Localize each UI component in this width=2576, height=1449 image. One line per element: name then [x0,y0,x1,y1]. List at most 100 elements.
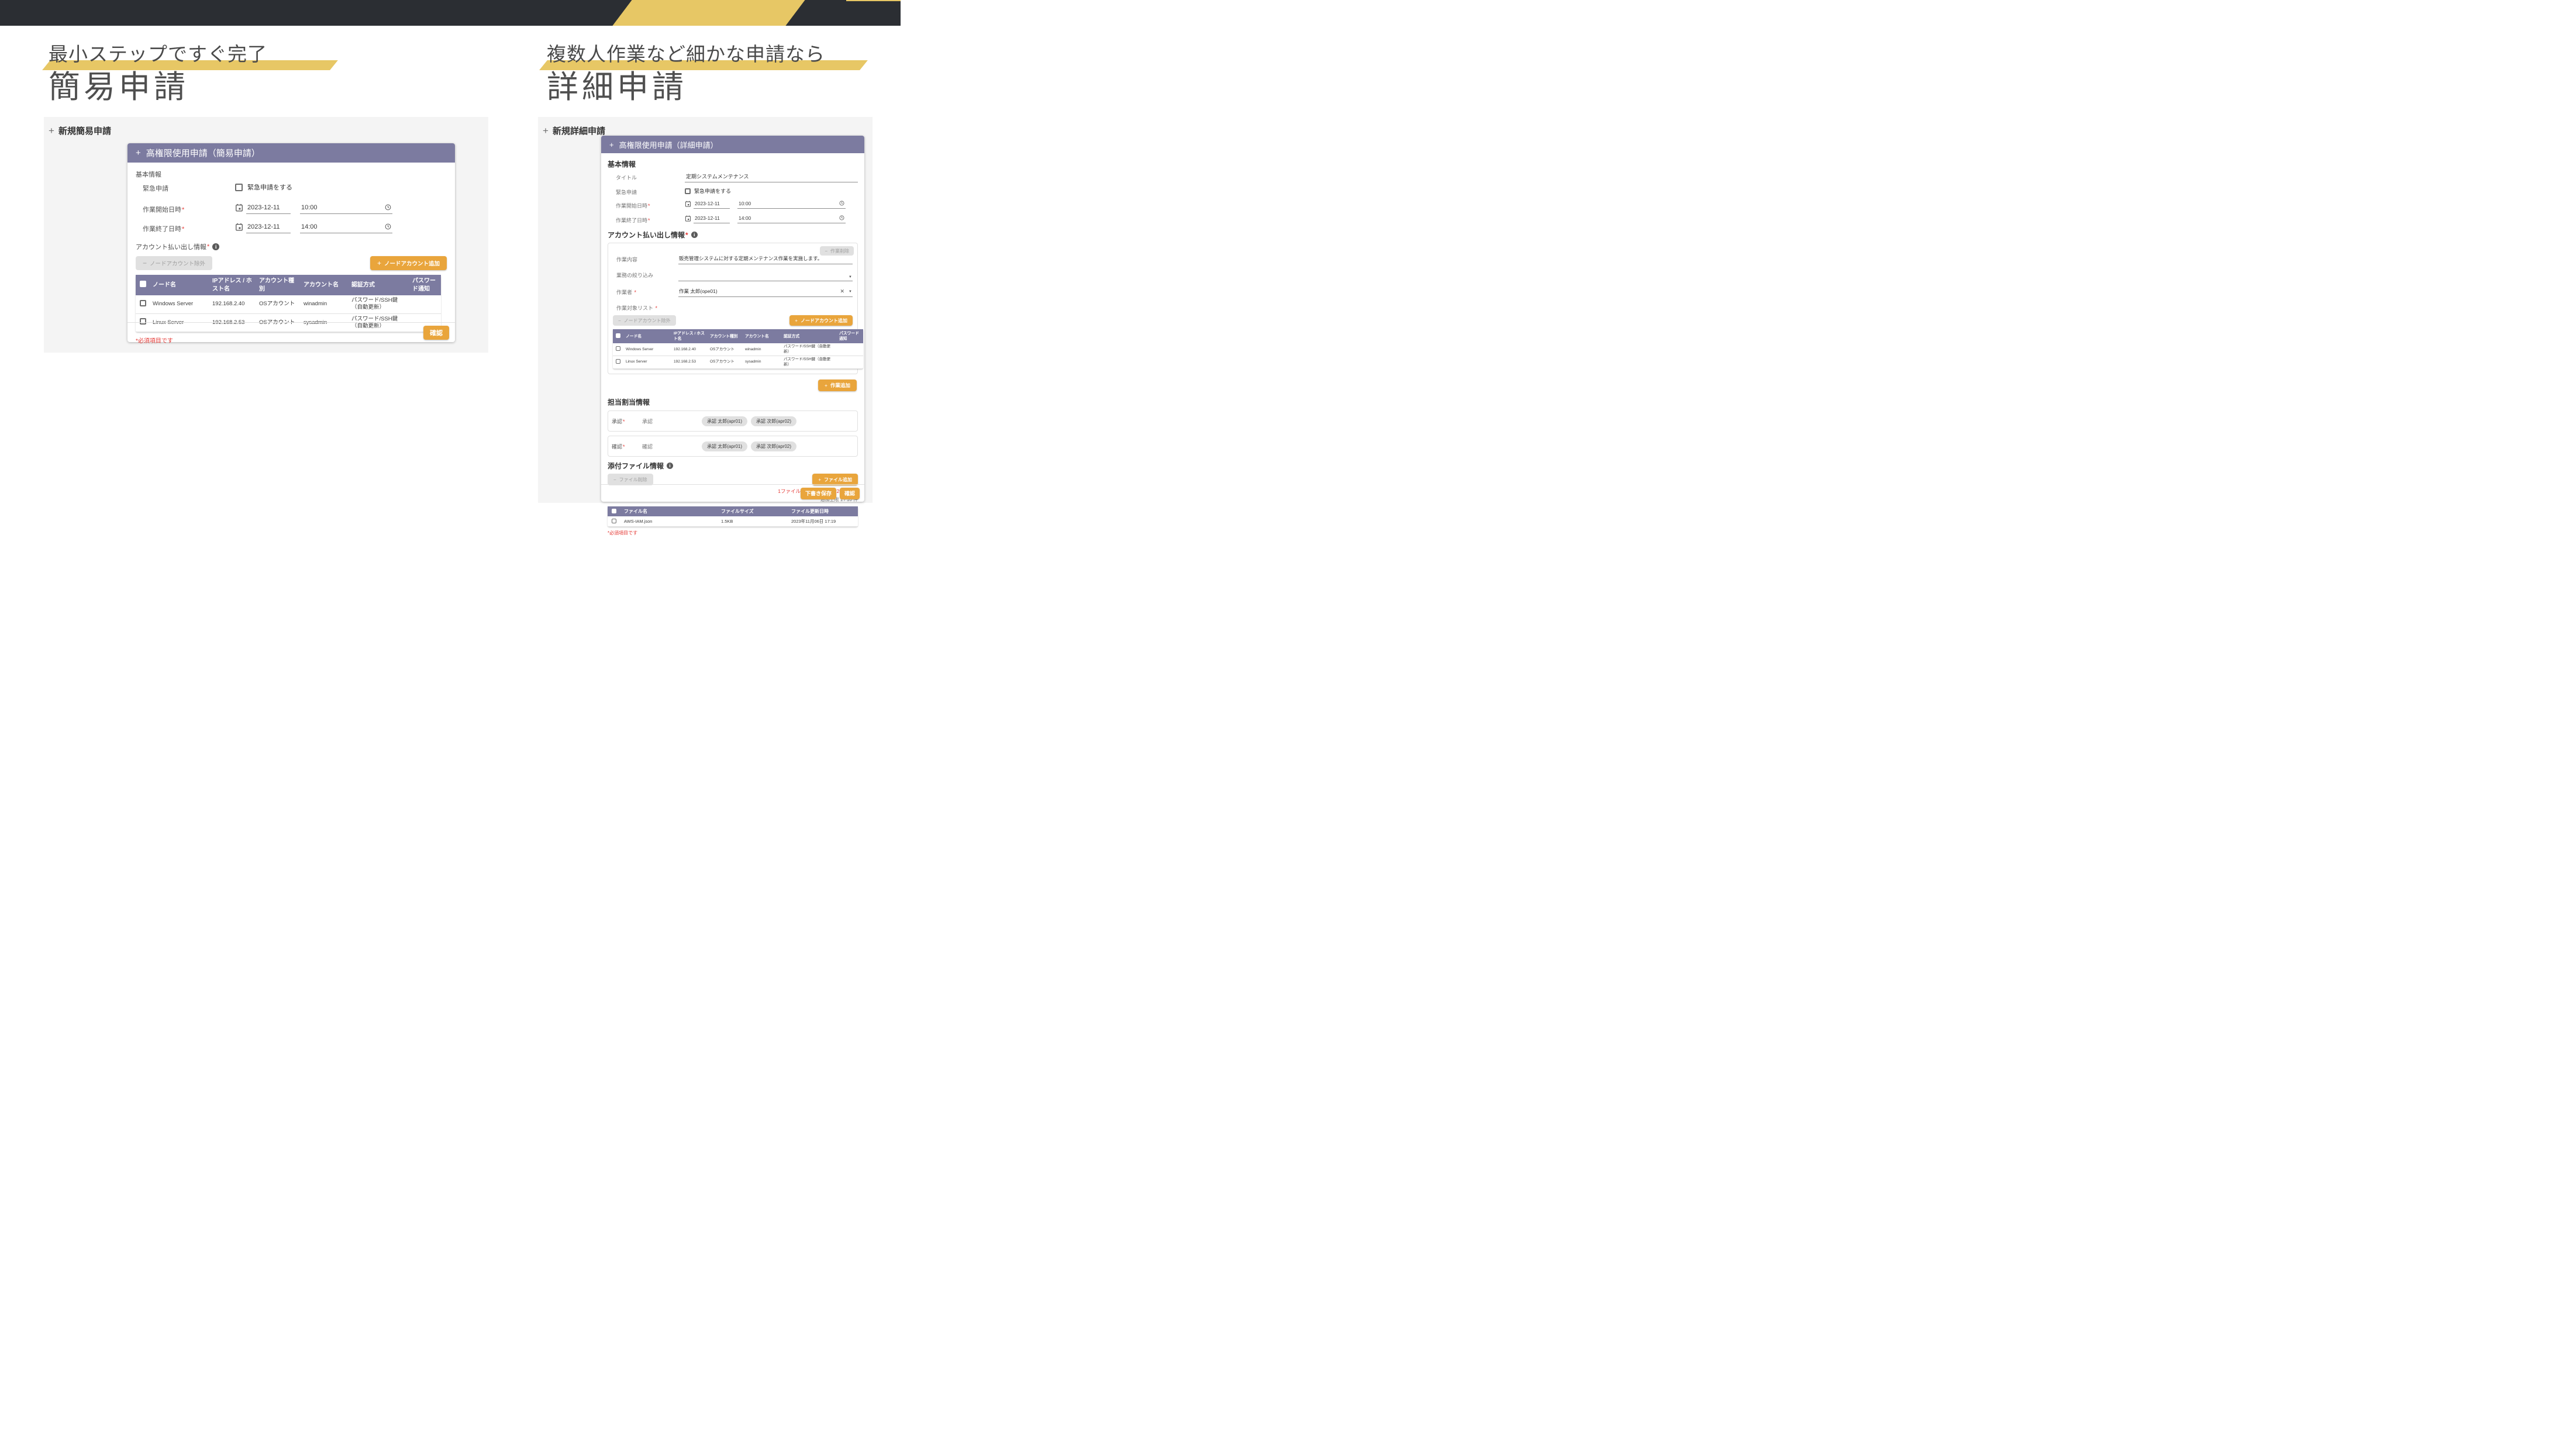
node-account-add-button[interactable]: + ノードアカウント追加 [789,315,853,326]
select-all-checkbox[interactable] [140,281,146,287]
work-content-input[interactable]: 販売管理システムに対する定期メンテナンス作業を実施します。 [678,255,853,264]
start-time-input[interactable]: 10:00 [300,204,392,214]
emergency-checkbox-label[interactable]: 緊急申請をする [247,182,292,192]
start-datetime-row: 作業開始日時* 2023-12-11 10:00 [616,201,858,209]
col-auth-method: 認証方式 [781,329,837,343]
detailed-panel-title-label: 新規詳細申請 [553,125,605,137]
approval-assign-box: 承認* 承認 承認 太郎(apr01) 承認 次郎(apr02) [608,410,858,432]
approver-chip[interactable]: 承認 次郎(apr02) [751,416,796,426]
select-all-checkbox[interactable] [612,509,616,513]
end-datetime-label: 作業終了日時* [616,215,685,224]
work-delete-button[interactable]: − 作業削除 [820,246,854,256]
expand-plus-icon[interactable]: + [49,126,54,136]
col-account-type: アカウント種別 [708,329,743,343]
end-datetime-row: 作業終了日時* 2023-12-11 14:00 [143,223,447,233]
row-checkbox[interactable] [140,300,146,306]
info-icon[interactable]: i [691,232,698,238]
calendar-icon[interactable] [235,223,243,231]
calendar-icon[interactable] [685,201,691,207]
confirm-required-label: 確認* [612,443,642,450]
business-filter-select[interactable]: ▼ [678,271,853,281]
expand-plus-icon[interactable]: + [136,148,141,158]
confirmer-chip[interactable]: 承認 次郎(apr02) [751,441,796,451]
work-add-button[interactable]: + 作業追加 [818,380,857,391]
emergency-checkbox[interactable] [235,184,243,191]
clock-icon[interactable] [385,204,391,211]
confirm-button[interactable]: 確認 [840,488,860,499]
chevron-down-icon[interactable]: ▼ [849,275,852,279]
yellow-slash-edge-shape [846,0,901,1]
info-icon[interactable]: i [212,243,219,250]
start-time-input[interactable]: 10:00 [737,201,846,209]
detailed-panel-title[interactable]: + 新規詳細申請 [538,117,873,137]
table-row[interactable]: AWS-IAM.json 1.5KB 2023年11月06日 17:19 [608,516,858,527]
clock-icon[interactable] [385,223,391,230]
business-filter-label: 業務の絞り込み [616,271,678,279]
expand-plus-icon[interactable]: + [609,140,614,149]
approver-chip[interactable]: 承認 太郎(apr01) [702,416,747,426]
work-group-box: − 作業削除 作業内容 販売管理システムに対する定期メンテナンス作業を実施します… [608,243,858,374]
select-all-checkbox[interactable] [616,333,620,338]
confirm-assign-box: 確認* 確認 承認 太郎(apr01) 承認 次郎(apr02) [608,436,858,457]
col-auth-method: 認証方式 [349,275,409,295]
table-row[interactable]: Linux Server 192.168.2.53 OSアカウント sysadm… [613,356,863,369]
emergency-checkbox[interactable] [685,188,691,194]
end-time-input[interactable]: 14:00 [300,223,392,233]
title-field-label: タイトル [616,172,685,181]
account-section-header: アカウント払い出し情報* i [136,242,447,251]
detailed-application-panel: + 新規詳細申請 + 高権限使用申請（詳細申請） 基本情報 タイトル 定期システ… [538,117,873,503]
confirm-row-label: 確認 [642,443,702,450]
col-password-notify: パスワード通知 [409,275,441,295]
plus-icon: + [795,318,798,323]
clear-icon[interactable]: ✕ [840,288,845,295]
node-account-remove-button[interactable]: − ノードアカウント除外 [613,315,676,326]
info-icon[interactable]: i [667,463,673,469]
start-datetime-label: 作業開始日時* [143,203,235,214]
emergency-checkbox-label[interactable]: 緊急申請をする [694,187,731,195]
calendar-icon[interactable] [685,215,691,222]
required-note: *必須項目です [608,530,858,536]
title-input[interactable]: 定期システムメンテナンス [685,172,858,182]
worker-label: 作業者 * [616,288,678,296]
row-checkbox[interactable] [616,359,620,364]
simple-card-footer: 確認 [127,322,455,342]
start-date-input[interactable]: 2023-12-11 [694,201,730,209]
start-date-input[interactable]: 2023-12-11 [246,204,291,214]
worker-select[interactable]: 作業 太郎(ope01) ✕ ▼ [678,288,853,297]
emergency-label: 緊急申請 [616,187,685,196]
basic-info-section-label: 基本情報 [608,159,858,169]
simple-panel-title[interactable]: + 新規簡易申請 [44,117,488,137]
calendar-icon[interactable] [235,203,243,212]
work-target-row: 作業対象リスト * [616,303,853,312]
simple-application-card: + 高権限使用申請（簡易申請） 基本情報 緊急申請 緊急申請をする 作業開始日時… [127,143,455,342]
end-date-input[interactable]: 2023-12-11 [694,215,730,223]
save-draft-button[interactable]: 下書き保存 [801,488,836,499]
detailed-application-card: + 高権限使用申請（詳細申請） 基本情報 タイトル 定期システムメンテナンス 緊… [601,136,864,502]
account-section-label: アカウント払い出し情報 [136,242,206,251]
end-time-input[interactable]: 14:00 [737,215,846,223]
simple-card-header[interactable]: + 高権限使用申請（簡易申請） [127,143,455,163]
detailed-card-footer: 下書き保存 確認 [601,484,864,502]
row-checkbox[interactable] [612,519,616,523]
col-account-type: アカウント種別 [256,275,301,295]
chevron-down-icon[interactable]: ▼ [849,290,852,294]
table-row[interactable]: Windows Server 192.168.2.40 OSアカウント wina… [136,295,441,313]
left-tagline: 最小ステップですぐ完了 [49,41,267,68]
clock-icon[interactable] [839,215,844,220]
expand-plus-icon[interactable]: + [543,126,549,136]
simple-card-header-label: 高権限使用申請（簡易申請） [146,147,260,159]
node-account-add-button[interactable]: + ノードアカウント追加 [370,256,447,270]
detailed-card-header[interactable]: + 高権限使用申請（詳細申請） [601,136,864,153]
right-page-title: 詳細申請 [547,69,825,105]
end-date-input[interactable]: 2023-12-11 [246,223,291,233]
row-checkbox[interactable] [616,346,620,351]
confirmer-chip[interactable]: 承認 太郎(apr01) [702,441,747,451]
node-account-remove-button[interactable]: − ノードアカウント除外 [136,256,212,270]
table-row[interactable]: Windows Server 192.168.2.40 OSアカウント wina… [613,343,863,356]
emergency-label: 緊急申請 [143,182,235,193]
work-content-label: 作業内容 [616,255,678,263]
confirm-button[interactable]: 確認 [423,326,449,340]
col-account-name: アカウント名 [301,275,349,295]
simple-application-panel: + 新規簡易申請 + 高権限使用申請（簡易申請） 基本情報 緊急申請 緊急申請を… [44,117,488,353]
clock-icon[interactable] [839,201,844,206]
